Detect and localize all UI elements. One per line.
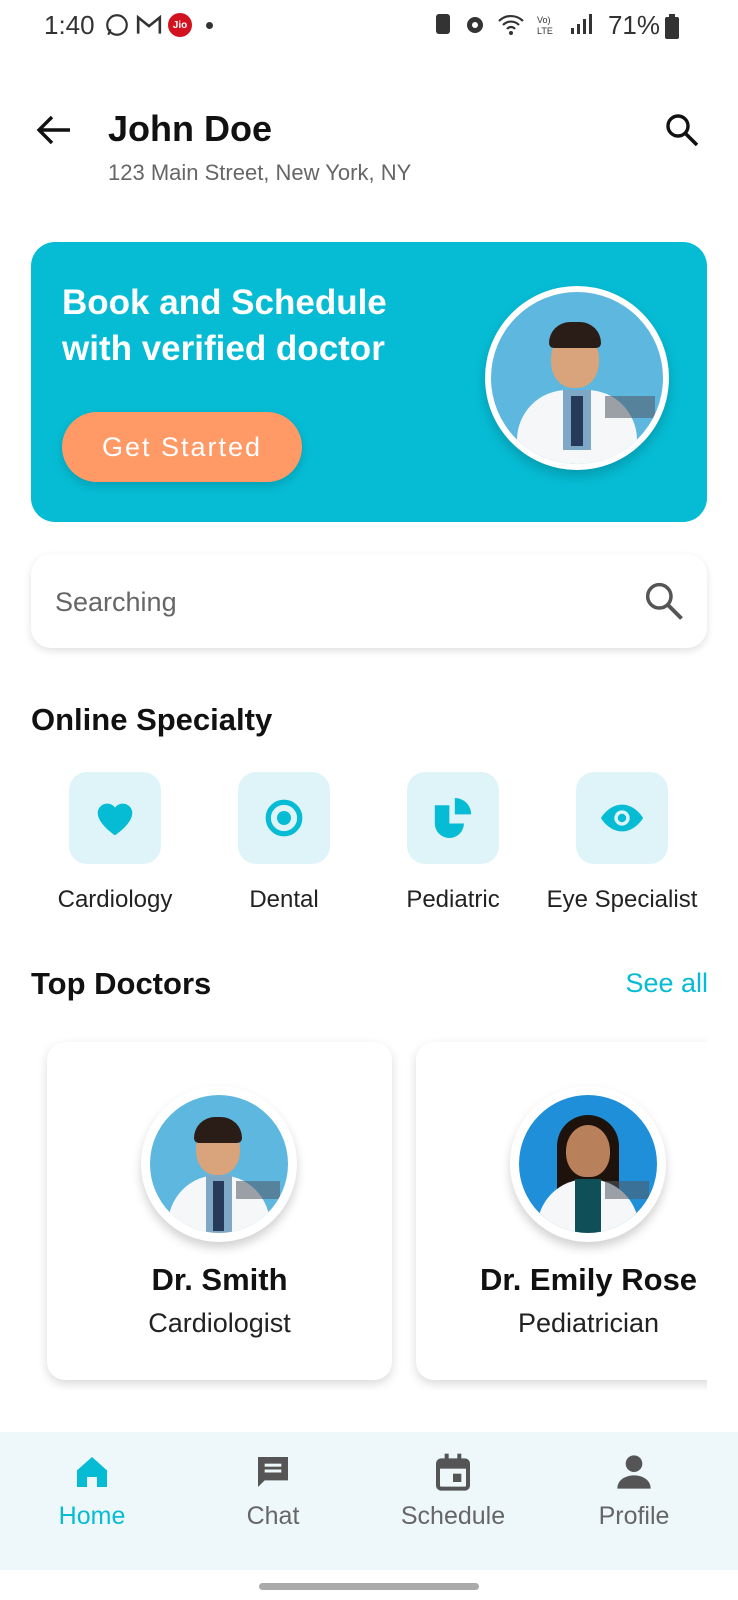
search-icon[interactable] xyxy=(643,580,685,622)
doctor-specialty: Cardiologist xyxy=(148,1308,291,1338)
header-search-button[interactable] xyxy=(660,108,704,152)
nav-label: Chat xyxy=(246,1502,300,1530)
nav-chat[interactable]: Chat xyxy=(198,1452,348,1531)
specialty-tile xyxy=(407,772,499,864)
doctor-avatar-image xyxy=(150,1095,288,1233)
status-bar: 1:40 Jio Vo) LTE 71% xyxy=(0,0,738,56)
nav-label: Schedule xyxy=(400,1502,506,1530)
status-time: 1:40 xyxy=(44,10,95,40)
pie-chart-icon xyxy=(434,798,472,838)
specialty-cardiology[interactable]: Cardiology xyxy=(30,772,200,914)
search-bar[interactable] xyxy=(31,554,707,648)
specialty-label: Eye Specialist xyxy=(546,886,698,913)
doctor-name: Dr. Smith xyxy=(151,1262,288,1297)
gmail-icon xyxy=(136,14,162,34)
specialty-tile xyxy=(238,772,330,864)
person-icon xyxy=(617,1455,651,1489)
watermark xyxy=(236,1181,280,1199)
volte-icon: Vo)LTE xyxy=(537,15,553,36)
arrow-left-icon xyxy=(36,115,70,145)
doctor-avatar-image xyxy=(519,1095,657,1233)
specialty-eye-specialist[interactable]: Eye Specialist xyxy=(537,772,707,914)
target-icon xyxy=(265,799,303,837)
wifi-icon xyxy=(498,14,524,35)
specialty-pediatric[interactable]: Pediatric xyxy=(368,772,538,914)
specialty-tile xyxy=(69,772,161,864)
user-address: 123 Main Street, New York, NY xyxy=(108,160,412,185)
top-doctors-title: Top Doctors xyxy=(31,966,212,1001)
status-system-icons: Vo) LTE xyxy=(433,12,593,36)
calendar-icon xyxy=(436,1453,470,1491)
status-notifications: Jio xyxy=(104,12,213,38)
nav-home[interactable]: Home xyxy=(17,1452,167,1531)
battery-icon xyxy=(665,14,679,39)
nav-label: Profile xyxy=(598,1502,670,1530)
see-all-link[interactable]: See all xyxy=(625,968,708,999)
watermark xyxy=(605,396,655,418)
specialty-label: Dental xyxy=(249,886,319,913)
specialty-tile xyxy=(576,772,668,864)
doctor-cards-carousel[interactable]: Dr. Smith Cardiologist Dr. Emily Rose Pe… xyxy=(31,1030,707,1390)
doctor-photo xyxy=(141,1086,297,1242)
notification-dot xyxy=(206,21,213,29)
search-input[interactable] xyxy=(53,578,597,626)
banner-title: Book and Schedule with verified doctor xyxy=(62,283,387,368)
specialty-dental[interactable]: Dental xyxy=(199,772,369,914)
chat-icon xyxy=(258,1457,288,1487)
signal-icon xyxy=(571,14,592,34)
eye-icon xyxy=(600,804,644,832)
specialty-label: Cardiology xyxy=(57,886,173,913)
specialty-label: Pediatric xyxy=(406,886,500,913)
home-icon xyxy=(77,1457,107,1487)
banner-doctor-photo xyxy=(485,286,669,470)
watermark xyxy=(605,1181,649,1199)
home-indicator[interactable] xyxy=(259,1583,479,1590)
doctor-specialty: Pediatrician xyxy=(517,1308,660,1338)
battery-level: 71% xyxy=(607,10,660,40)
doctor-name: Dr. Emily Rose xyxy=(479,1262,698,1297)
specialty-section-title: Online Specialty xyxy=(31,702,273,737)
doctor-photo xyxy=(510,1086,666,1242)
nav-schedule[interactable]: Schedule xyxy=(378,1452,528,1531)
sim-icon xyxy=(436,14,450,34)
nav-label: Home xyxy=(58,1502,126,1530)
doctor-card[interactable]: Dr. Emily Rose Pediatrician xyxy=(416,1042,707,1380)
back-button[interactable] xyxy=(32,108,76,152)
heart-icon xyxy=(97,803,133,836)
carrier-badge: Jio xyxy=(168,13,192,37)
doctor-avatar-image xyxy=(491,292,663,464)
alarm-icon xyxy=(467,17,483,33)
user-name: John Doe xyxy=(108,108,273,149)
whatsapp-icon xyxy=(106,14,128,36)
nav-profile[interactable]: Profile xyxy=(559,1452,709,1531)
promo-banner: Book and Schedule with verified doctor G… xyxy=(31,242,707,522)
svg-text:LTE: LTE xyxy=(537,26,553,36)
search-icon xyxy=(666,114,699,147)
get-started-button[interactable]: Get Started xyxy=(62,412,302,482)
doctor-card[interactable]: Dr. Smith Cardiologist xyxy=(47,1042,392,1380)
svg-text:Vo): Vo) xyxy=(537,15,551,25)
bottom-navigation: Home Chat Schedule Profile xyxy=(0,1432,738,1570)
